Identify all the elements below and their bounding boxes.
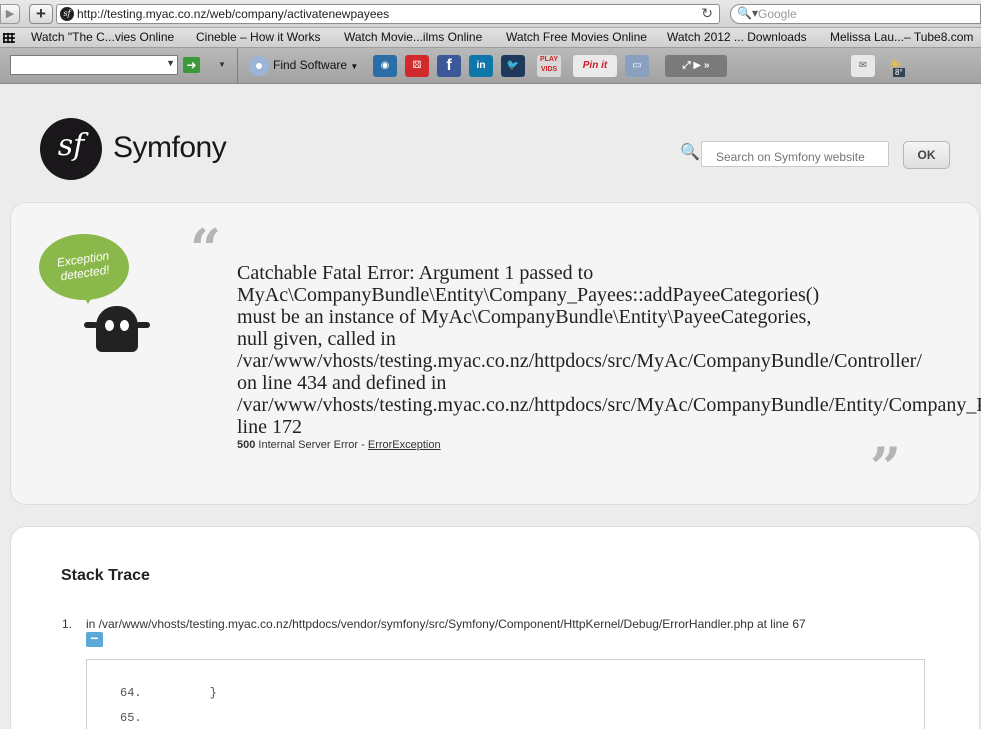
exception-line: /var/www/vhosts/testing.myac.co.nz/httpd… [237, 394, 981, 416]
toolbar-divider [237, 48, 238, 84]
collapse-toggle-button[interactable]: − [86, 631, 103, 647]
new-tab-button[interactable]: + [29, 4, 53, 24]
twitter-icon[interactable]: 🐦 [501, 55, 525, 77]
browser-search-field[interactable]: 🔍▾ Google [730, 4, 981, 24]
status-code: 500 [237, 439, 256, 451]
ghost-eye [105, 320, 114, 331]
go-arrow-icon[interactable]: ➜ [183, 57, 200, 73]
code-line-number: 65. [120, 711, 142, 725]
bookmarks-bar: Watch "The C...vies Online Cineble – How… [0, 28, 981, 48]
exception-line: MyAc\CompanyBundle\Entity\Company_Payees… [237, 284, 820, 306]
exception-line: must be an instance of MyAc\CompanyBundl… [237, 306, 812, 328]
trace-item-location: in /var/www/vhosts/testing.myac.co.nz/ht… [86, 617, 806, 631]
stack-trace-title: Stack Trace [61, 567, 150, 584]
reload-icon[interactable]: ↻ [701, 5, 713, 22]
exception-status: 500 Internal Server Error - ErrorExcepti… [237, 439, 441, 451]
browser-search-placeholder: Google [758, 7, 797, 21]
bookmark-item[interactable]: Watch "The C...vies Online [31, 30, 174, 44]
trace-item-number: 1. [62, 617, 73, 631]
mail-icon[interactable]: ✉ [851, 55, 875, 77]
code-line-text: } [152, 686, 217, 700]
favicon-icon: sf [60, 7, 74, 21]
brand-name[interactable]: Symfony [113, 131, 227, 165]
bookmark-item[interactable]: Watch Free Movies Online [506, 30, 647, 44]
search-icon: 🔍▾ [737, 6, 758, 20]
close-quote-icon: ” [870, 435, 902, 499]
url-field[interactable]: sf http://testing.myac.co.nz/web/company… [56, 4, 720, 24]
ghost-arm [84, 322, 98, 328]
bookmark-item[interactable]: Cineble – How it Works [196, 30, 321, 44]
bookmarks-grid-icon[interactable] [3, 33, 15, 43]
chevron-down-icon[interactable]: ▼ [166, 58, 175, 68]
exception-line: on line 434 and defined in [237, 372, 447, 394]
search-icon: 🔍 [680, 144, 700, 161]
ghost-eye [120, 320, 129, 331]
exception-line: /var/www/vhosts/testing.myac.co.nz/httpd… [237, 350, 922, 372]
search-ok-button[interactable]: OK [903, 141, 950, 169]
exception-line: Catchable Fatal Error: Argument 1 passed… [237, 262, 594, 284]
code-snippet: 64. } 65. [86, 659, 925, 729]
toolbar-menu-arrow-icon[interactable]: ▼ [218, 60, 226, 69]
exception-message: Catchable Fatal Error: Argument 1 passed… [237, 262, 981, 438]
weather-temp: 8° [893, 68, 905, 77]
find-software-button[interactable]: Find Software ▼ [249, 56, 358, 76]
facebook-icon[interactable]: f [437, 55, 461, 77]
url-text[interactable]: http://testing.myac.co.nz/web/company/ac… [77, 7, 389, 21]
open-quote-icon: “ [190, 217, 222, 281]
bubble-tail [80, 290, 96, 304]
dice-icon[interactable]: ⚄ [405, 55, 429, 77]
play-vids-icon[interactable]: PLAY VIDS [537, 55, 561, 77]
cd-icon [249, 56, 269, 76]
exception-class-link[interactable]: ErrorException [368, 439, 441, 451]
extension-toolbar: ▼ ➜ ▼ Find Software ▼ ◉ ⚄ f in 🐦 PLAY VI… [0, 48, 981, 84]
linkedin-icon[interactable]: in [469, 55, 493, 77]
address-bar: ▶ + sf http://testing.myac.co.nz/web/com… [0, 0, 981, 28]
status-text: Internal Server Error - [258, 439, 365, 451]
ghost-mascot-icon [96, 306, 138, 352]
bookmark-item[interactable]: Melissa Lau...– Tube8.com [830, 30, 973, 44]
code-line-number: 64. [120, 686, 142, 700]
find-software-label: Find Software [273, 58, 348, 73]
back-button[interactable]: ▶ [0, 4, 20, 24]
toolbar-search-input[interactable]: ▼ [10, 55, 178, 75]
bookmark-item[interactable]: Watch 2012 ... Downloads [667, 30, 807, 44]
panda-icon[interactable]: ◉ [373, 55, 397, 77]
site-search-input[interactable] [701, 141, 889, 167]
pinit-button[interactable]: Pin it [573, 55, 617, 77]
bookmark-item[interactable]: Watch Movie...ilms Online [344, 30, 482, 44]
exception-line: null given, called in [237, 328, 396, 350]
ghost-arm [136, 322, 150, 328]
monitor-icon[interactable]: ▭ [625, 55, 649, 77]
media-player-icon[interactable]: ⤢ ▶ » [665, 55, 727, 77]
symfony-logo-icon[interactable]: sf [40, 118, 102, 180]
